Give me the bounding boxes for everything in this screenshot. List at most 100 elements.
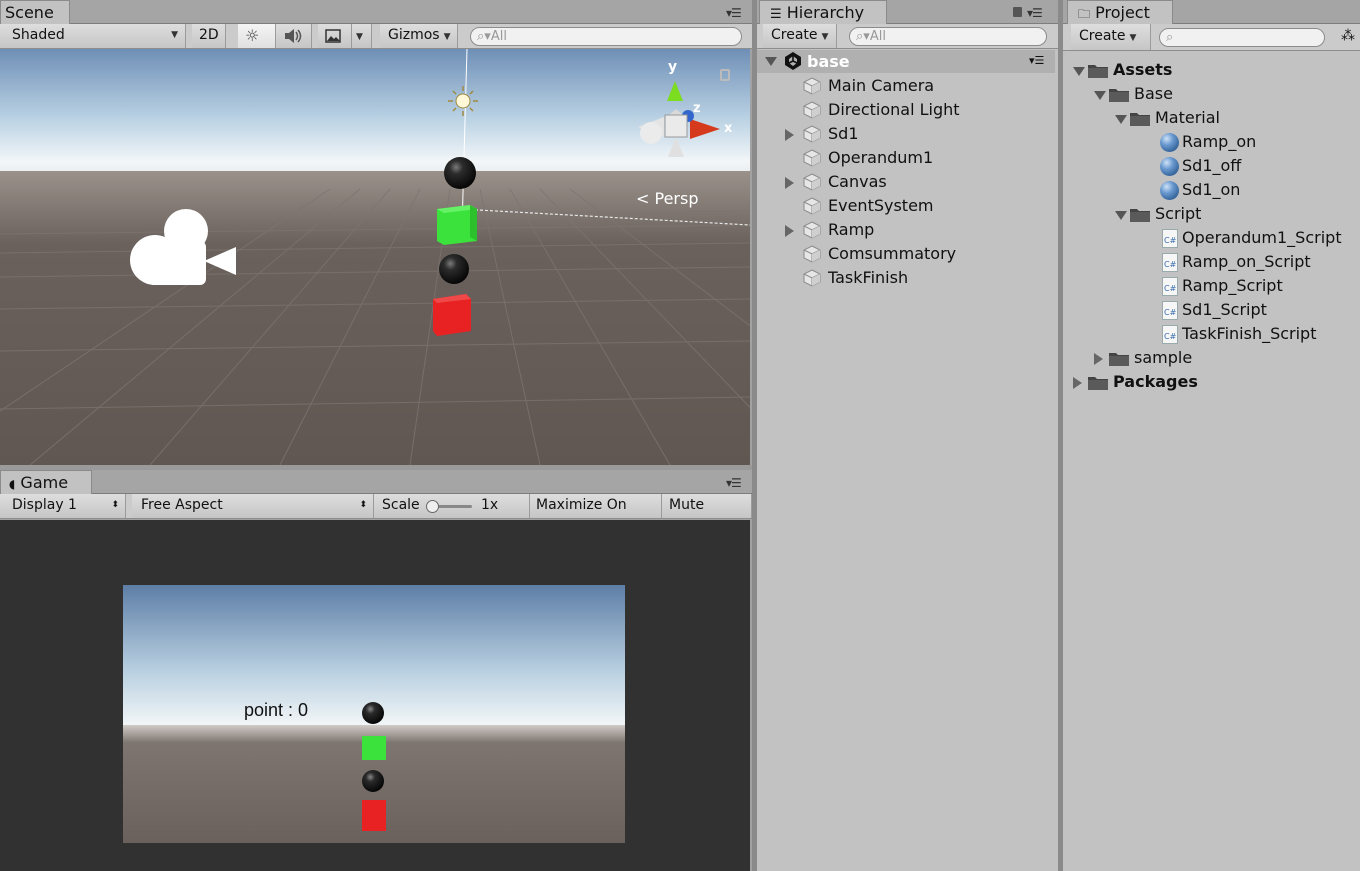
project-toolbar: Create ▼ ⌕ ⁂ [1063,24,1360,51]
game-toolbar: Display 1 ⬍ Free Aspect ⬍ Scale 1x Maxim… [0,494,752,536]
collapse-arrow-icon[interactable] [1115,115,1127,124]
tab-scene[interactable]: Scene [0,0,70,24]
axis-y-label: y [668,59,678,75]
filter-by-type-icon[interactable]: ⁂ [1341,28,1355,44]
folder-icon [1108,86,1130,102]
panel-menu-icon[interactable]: ▾☰ [726,6,742,20]
hierarchy-item[interactable]: Directional Light [757,98,1055,122]
project-asset-item[interactable]: C# Ramp_on_Script [1063,250,1360,274]
material-sphere-icon [1160,181,1179,200]
project-item-label: Operandum1_Script [1182,228,1342,247]
search-icon: ⌕▾ [477,29,491,44]
project-create-button[interactable]: Create ▼ [1071,24,1151,50]
shading-mode-dropdown[interactable]: Shaded ▼ [0,24,186,48]
mute-audio-toggle[interactable]: Mute Audio [662,494,752,536]
project-asset-item[interactable]: Sd1_off [1063,154,1360,178]
hierarchy-item[interactable]: Sd1 [757,122,1055,146]
hierarchy-item[interactable]: EventSystem [757,194,1055,218]
project-folder-item[interactable]: Assets [1063,58,1360,82]
panel-menu-icon[interactable]: ▾☰ [726,476,742,490]
project-asset-item[interactable]: Ramp_on [1063,130,1360,154]
2d-toggle-button[interactable]: 2D [192,24,226,48]
project-folder-item[interactable]: sample [1063,346,1360,370]
scene-header-row[interactable]: base ▾☰ [757,50,1055,73]
project-asset-item[interactable]: C# Operandum1_Script [1063,226,1360,250]
audio-toggle-button[interactable] [276,24,312,48]
hierarchy-search-input[interactable]: ⌕▾All [849,27,1047,46]
search-placeholder: All [869,29,886,44]
aspect-dropdown[interactable]: Free Aspect ⬍ [132,494,374,518]
image-icon [325,29,341,43]
expand-arrow-icon[interactable] [1073,377,1082,389]
display-dropdown[interactable]: Display 1 ⬍ [0,494,126,518]
shading-mode-label: Shaded [12,27,65,43]
tab-project[interactable]: 🗀 Project [1067,0,1173,24]
csharp-script-icon: C# [1162,277,1178,296]
hierarchy-item[interactable]: Canvas [757,170,1055,194]
panel-menu-icon[interactable]: ▾☰ [1027,6,1043,20]
speaker-icon [285,29,302,43]
scene-viewport[interactable]: y z x < Persp [0,49,750,465]
chevron-down-icon: ▼ [171,30,178,40]
csharp-script-icon: C# [1162,253,1178,272]
gameobject-icon [803,149,821,167]
expand-arrow-icon[interactable] [785,225,794,237]
gameobject-icon [803,245,821,263]
scale-label: Scale [382,497,420,513]
hierarchy-create-button[interactable]: Create ▼ [763,24,837,48]
collapse-arrow-icon[interactable] [765,57,777,66]
hierarchy-item[interactable]: Ramp [757,218,1055,242]
tab-game[interactable]: ◖ Game [0,470,92,494]
expand-arrow-icon[interactable] [785,177,794,189]
collapse-arrow-icon[interactable] [1115,211,1127,220]
folder-icon [1129,110,1151,126]
project-asset-item[interactable]: C# Ramp_Script [1063,274,1360,298]
lighting-toggle-button[interactable]: ☼ [238,24,276,48]
game-viewport[interactable]: point : 0 [0,520,750,871]
gameobject-icon [803,173,821,191]
project-folder-item[interactable]: Material [1063,106,1360,130]
collapse-arrow-icon[interactable] [1094,91,1106,100]
project-item-label: Sd1_on [1182,180,1241,199]
project-asset-item[interactable]: C# Sd1_Script [1063,298,1360,322]
material-sphere-icon [1160,157,1179,176]
project-item-label: Material [1155,108,1220,127]
expand-arrow-icon[interactable] [1094,353,1103,365]
scale-value: 1x [481,497,499,513]
scale-slider-thumb[interactable] [426,500,439,513]
lock-icon[interactable] [720,69,730,81]
lock-icon[interactable] [1013,7,1022,17]
hierarchy-item-label: Comsummatory [828,244,957,263]
gizmos-dropdown[interactable]: Gizmos ▼ [380,24,458,48]
gameobject-icon [803,77,821,95]
updown-arrow-icon: ⬍ [111,500,119,510]
expand-arrow-icon[interactable] [785,129,794,141]
project-asset-item[interactable]: C# TaskFinish_Script [1063,322,1360,346]
effects-toggle-button[interactable] [318,24,352,48]
scene-menu-icon[interactable]: ▾☰ [1029,54,1044,67]
hierarchy-item-label: Ramp [828,220,875,239]
hierarchy-item[interactable]: TaskFinish [757,266,1055,290]
scene-search-input[interactable]: ⌕▾All [470,27,742,46]
hierarchy-tabstrip: ☰ Hierarchy ▾☰ [757,0,1058,24]
collapse-arrow-icon[interactable] [1073,67,1085,76]
tab-hierarchy[interactable]: ☰ Hierarchy [759,0,887,24]
hierarchy-item[interactable]: Comsummatory [757,242,1055,266]
hierarchy-item-label: Canvas [828,172,887,191]
aspect-label: Free Aspect [141,497,223,513]
persp-toggle[interactable]: < Persp [636,189,699,208]
effects-dropdown[interactable]: ▼ [352,24,372,48]
project-folder-item[interactable]: Packages [1063,370,1360,394]
hierarchy-item[interactable]: Main Camera [757,74,1055,98]
project-asset-item[interactable]: Sd1_on [1063,178,1360,202]
project-folder-item[interactable]: Script [1063,202,1360,226]
maximize-on-play-toggle[interactable]: Maximize On Play [530,494,662,536]
hierarchy-item[interactable]: Operandum1 [757,146,1055,170]
hierarchy-item-label: Directional Light [828,100,960,119]
project-search-input[interactable]: ⌕ [1159,28,1325,47]
folder-icon [1108,350,1130,366]
folder-icon [1129,206,1151,222]
folder-icon [1087,374,1109,390]
project-folder-item[interactable]: Base [1063,82,1360,106]
folder-icon [1087,62,1109,78]
